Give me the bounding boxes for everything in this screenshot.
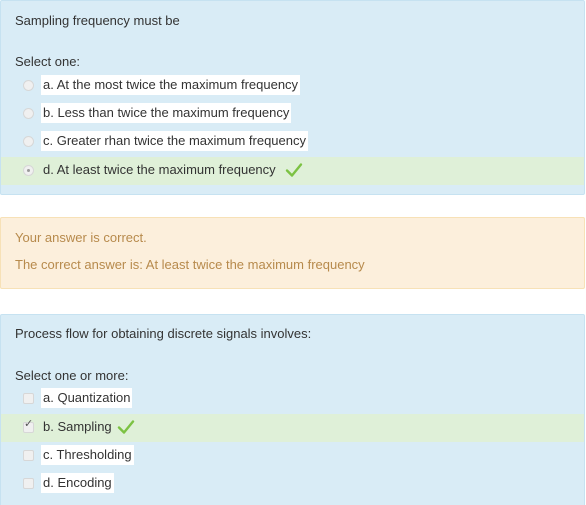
question-1-option-a[interactable]: a. At the most twice the maximum frequen… bbox=[1, 72, 584, 100]
question-2-option-b[interactable]: ✓ b. Sampling bbox=[1, 414, 584, 442]
question-1-text: Sampling frequency must be bbox=[15, 13, 180, 28]
option-label: c. Thresholding bbox=[41, 445, 134, 465]
option-label: a. At the most twice the maximum frequen… bbox=[41, 75, 301, 95]
radio-button[interactable] bbox=[23, 108, 34, 119]
question-1-option-b[interactable]: b. Less than twice the maximum frequency bbox=[1, 100, 584, 128]
question-2-card: Process flow for obtaining discrete sign… bbox=[0, 314, 585, 505]
feedback-panel: Your answer is correct. The correct answ… bbox=[0, 217, 585, 289]
option-label: d. At least twice the maximum frequency bbox=[43, 162, 276, 177]
checkmark-icon: ✓ bbox=[24, 418, 34, 430]
radio-button[interactable] bbox=[23, 80, 34, 91]
feedback-status: Your answer is correct. bbox=[15, 230, 147, 245]
question-1-card: Sampling frequency must be Select one: a… bbox=[0, 0, 585, 195]
feedback-correct-answer: The correct answer is: At least twice th… bbox=[15, 257, 365, 272]
option-label: b. Less than twice the maximum frequency bbox=[41, 103, 292, 123]
question-2-option-c[interactable]: c. Thresholding bbox=[1, 442, 584, 470]
option-label: c. Greater rhan twice the maximum freque… bbox=[41, 131, 308, 151]
question-2-option-a[interactable]: a. Quantization bbox=[1, 385, 584, 413]
option-label: a. Quantization bbox=[41, 388, 133, 408]
question-2-option-d[interactable]: d. Encoding bbox=[1, 470, 584, 498]
checkbox[interactable] bbox=[23, 478, 34, 489]
radio-button-selected[interactable] bbox=[23, 165, 34, 176]
question-2-prompt: Select one or more: bbox=[15, 368, 129, 383]
radio-button[interactable] bbox=[23, 136, 34, 147]
option-label: b. Sampling bbox=[43, 419, 112, 434]
check-icon bbox=[285, 163, 303, 177]
checkbox[interactable] bbox=[23, 450, 34, 461]
question-1-prompt: Select one: bbox=[15, 54, 81, 69]
option-label: d. Encoding bbox=[41, 473, 114, 493]
question-1-option-d[interactable]: d. At least twice the maximum frequency bbox=[1, 157, 584, 185]
question-2-text: Process flow for obtaining discrete sign… bbox=[15, 326, 312, 341]
question-1-option-c[interactable]: c. Greater rhan twice the maximum freque… bbox=[1, 128, 584, 156]
check-icon bbox=[117, 420, 135, 434]
checkbox[interactable] bbox=[23, 393, 34, 404]
quiz-review-page: Sampling frequency must be Select one: a… bbox=[0, 0, 586, 505]
